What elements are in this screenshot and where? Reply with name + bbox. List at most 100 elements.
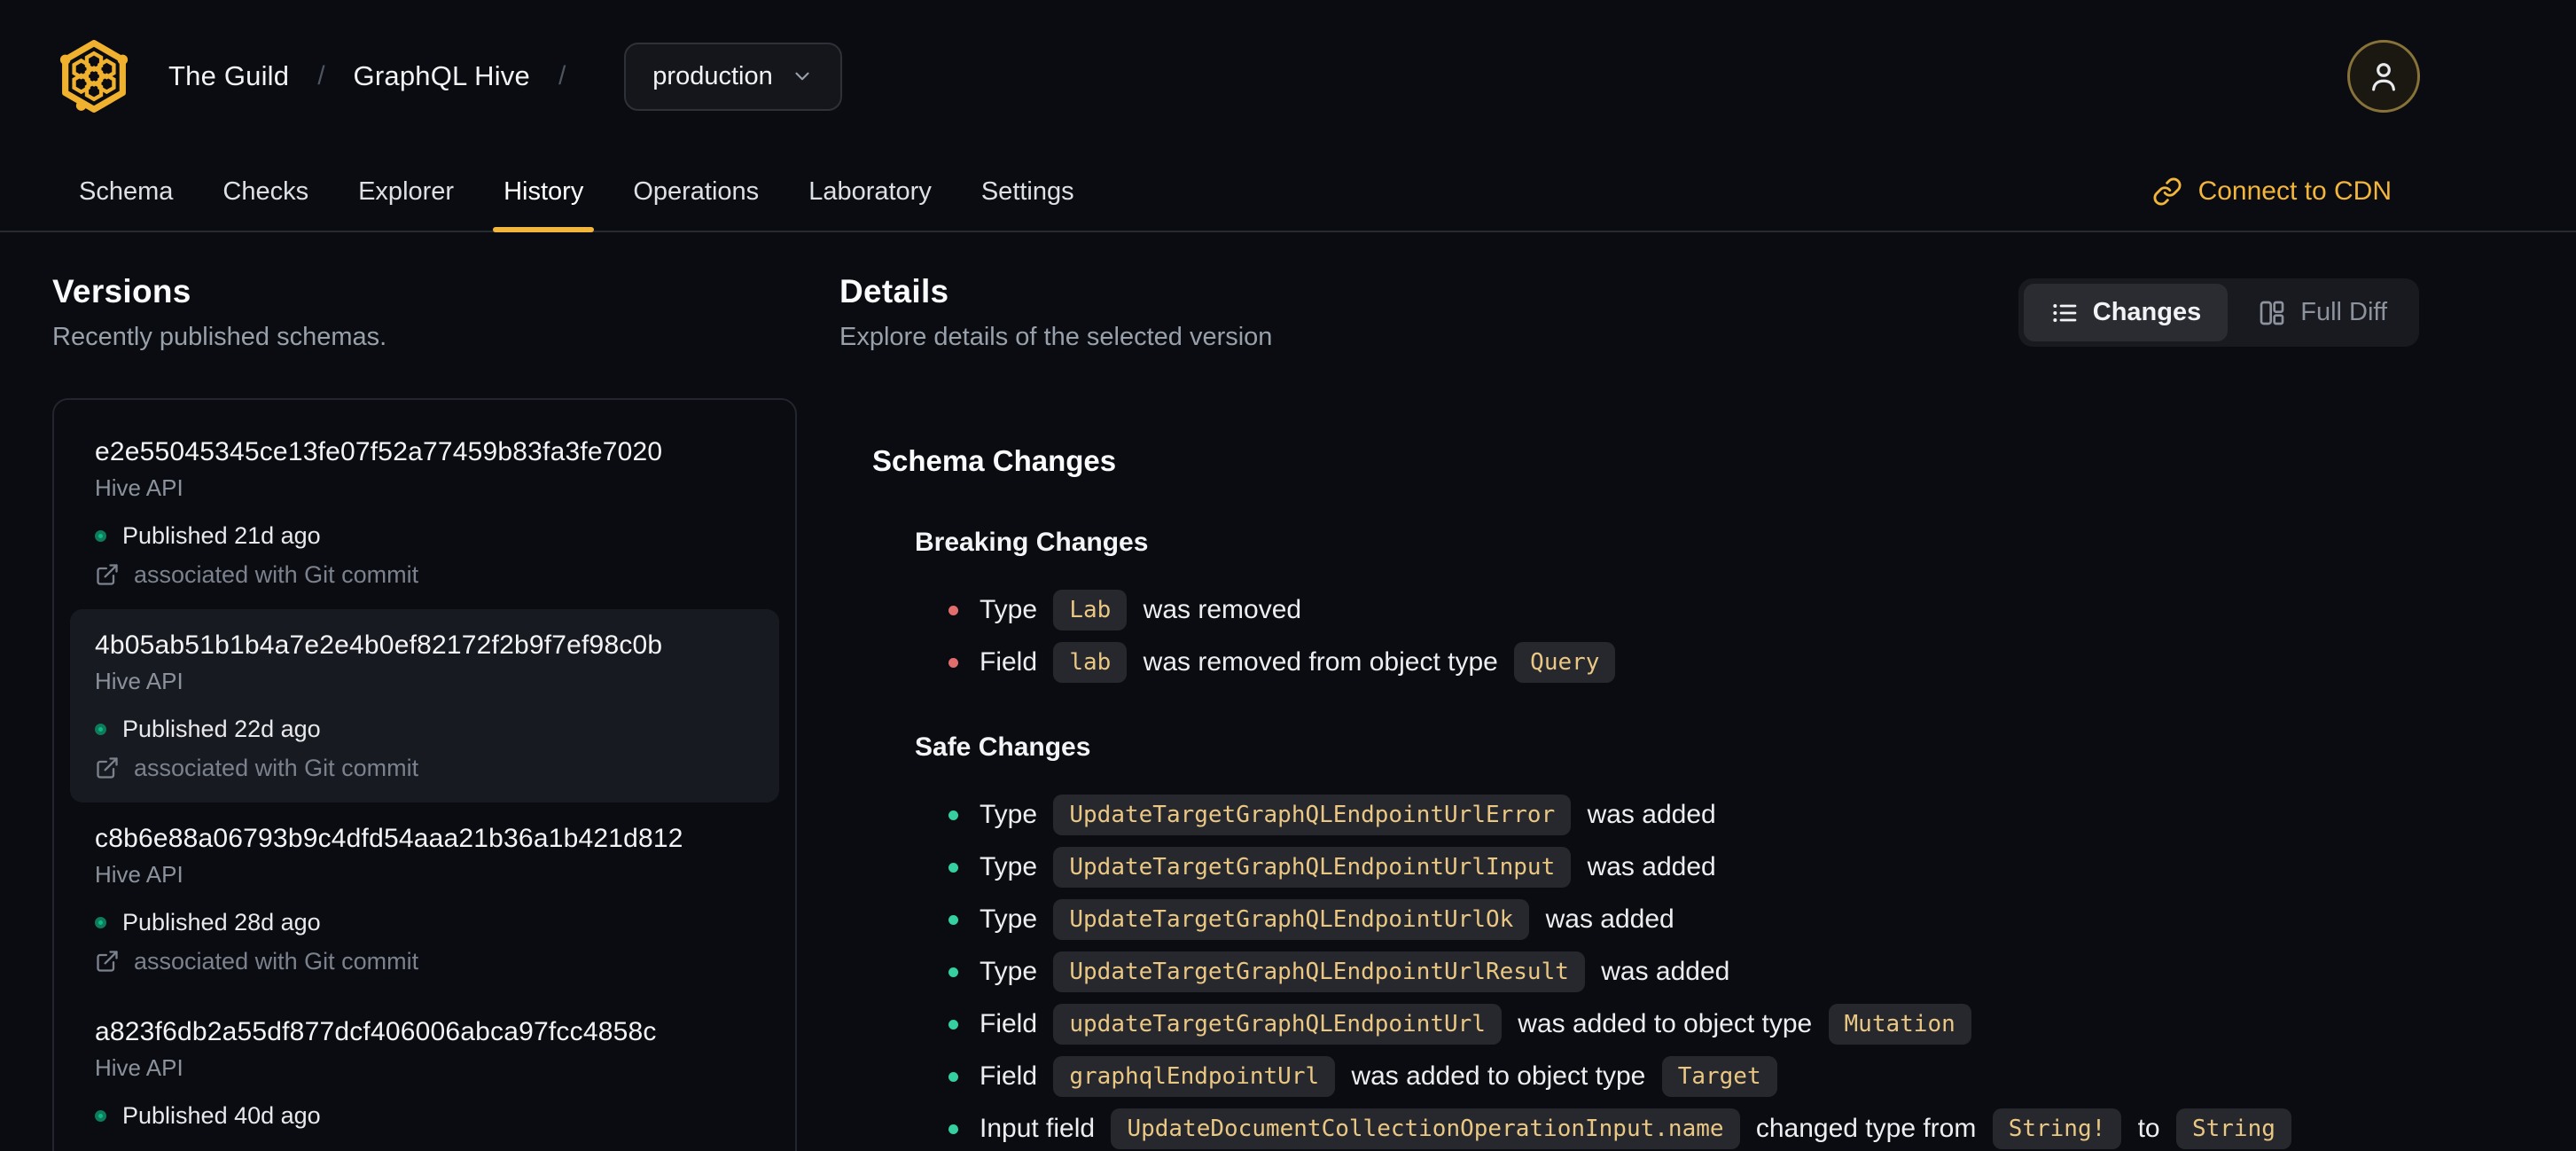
version-item[interactable]: e2e55045345ce13fe07f52a77459b83fa3fe7020… [70,416,779,609]
version-published-status: Published 21d ago [95,522,754,549]
change-text: was added [1538,904,1674,934]
change-text: Type [980,904,1045,934]
target-selector-dropdown[interactable]: production [624,42,842,111]
bullet-icon [948,810,958,820]
tab-explorer[interactable]: Explorer [333,153,479,231]
change-text: Type [980,595,1045,624]
changes-view-button[interactable]: Changes [2023,284,2229,341]
version-service-name: Hive API [95,668,183,694]
change-text: was removed from object type [1136,647,1506,677]
tab-history[interactable]: History [479,153,608,232]
versions-title: Versions [52,273,191,309]
schema-changes-title: Schema Changes [872,444,1117,477]
bullet-icon [948,657,958,668]
versions-subtitle: Recently published schemas. [52,323,387,351]
version-hash: c8b6e88a06793b9c4dfd54aaa21b36a1b421d812 [95,824,683,853]
external-link-icon [97,951,118,972]
change-group-title: Breaking Changes [915,528,1149,557]
bullet-icon [948,1124,958,1134]
version-hash: 4b05ab51b1b4a7e2e4b0ef82172f2b9f7ef98c0b [95,630,663,660]
version-item[interactable]: a823f6db2a55df877dcf406006abca97fcc4858c… [70,996,779,1151]
version-service-name: Hive API [95,474,183,501]
bullet-icon [948,914,958,925]
tab-laboratory[interactable]: Laboratory [784,153,956,231]
versions-list: e2e55045345ce13fe07f52a77459b83fa3fe7020… [52,398,797,1151]
link-icon [2153,177,2181,206]
details-subtitle: Explore details of the selected version [839,323,1273,351]
breadcrumb-org[interactable]: The Guild [168,60,289,92]
change-text: Field [980,1061,1045,1091]
breadcrumb-project[interactable]: GraphQL Hive [354,60,530,92]
version-published-status: Published 40d ago [95,1102,754,1129]
published-dot-icon [95,723,106,735]
breadcrumb-separator: / [558,61,566,90]
main-content: Versions Recently published schemas. e2e… [0,232,2576,1151]
schema-coordinate-badge: UpdateTargetGraphQLEndpointUrlResult [1053,951,1585,992]
change-item: Field lab was removed from object type Q… [948,642,2419,683]
external-link-icon [97,757,118,779]
schema-coordinate-badge: Query [1514,642,1616,683]
version-service-name: Hive API [95,861,183,888]
list-icon [2053,303,2077,322]
details-title: Details [839,273,949,309]
connect-to-cdn-label: Connect to CDN [2197,176,2392,206]
change-text: was added [1593,957,1730,986]
change-text: Type [980,800,1045,829]
schema-coordinate-badge: UpdateTargetGraphQLEndpointUrlOk [1053,899,1530,940]
change-item: Input field UpdateDocumentCollectionOper… [948,1108,2419,1149]
bullet-icon [948,967,958,977]
full-diff-view-button[interactable]: Full Diff [2231,284,2414,341]
schema-coordinate-badge: UpdateTargetGraphQLEndpointUrlInput [1053,847,1572,888]
connect-to-cdn-button[interactable]: Connect to CDN [2152,153,2392,231]
change-item: Type UpdateTargetGraphQLEndpointUrlOk wa… [948,899,2419,940]
change-group-title: Safe Changes [915,732,1091,762]
hive-logo-icon[interactable] [53,35,135,117]
change-text: was added [1580,852,1716,881]
git-commit-link[interactable]: associated with Git commit [95,948,754,975]
schema-changes-section: Schema Changes Breaking Changes Type Lab … [839,444,2419,1151]
tab-schema[interactable]: Schema [54,153,198,231]
schema-coordinate-badge: graphqlEndpointUrl [1053,1056,1336,1097]
change-text: was added to object type [1510,1009,1820,1038]
columns-icon [2260,301,2284,325]
change-text: changed type from [1748,1114,1984,1143]
schema-coordinate-badge: updateTargetGraphQLEndpointUrl [1053,1004,1502,1045]
change-text: was added [1580,800,1716,829]
change-item: Field updateTargetGraphQLEndpointUrl was… [948,1004,2419,1045]
top-bar: The Guild / GraphQL Hive / production [0,0,2576,153]
bullet-icon [948,1071,958,1082]
tab-checks[interactable]: Checks [198,153,333,231]
full-diff-view-label: Full Diff [2300,298,2387,326]
published-dot-icon [95,1109,106,1122]
change-item: Field graphqlEndpointUrl was added to ob… [948,1056,2419,1097]
schema-coordinate-badge: String [2175,1108,2291,1149]
version-published-status: Published 22d ago [95,716,754,742]
schema-coordinate-badge: Lab [1053,590,1128,630]
git-commit-link[interactable]: associated with Git commit [95,755,754,781]
change-item: Type UpdateTargetGraphQLEndpointUrlError… [948,795,2419,835]
version-item[interactable]: c8b6e88a06793b9c4dfd54aaa21b36a1b421d812… [70,803,779,996]
tab-operations[interactable]: Operations [608,153,784,231]
change-text: to [2130,1114,2167,1143]
project-tab-bar: Schema Checks Explorer History Operations Lab… [0,153,2576,232]
version-service-name: Hive API [95,1054,183,1081]
versions-panel: Versions Recently published schemas. e2e… [52,273,797,1151]
change-text: Type [980,957,1045,986]
version-item[interactable]: 4b05ab51b1b4a7e2e4b0ef82172f2b9f7ef98c0b… [70,609,779,803]
version-hash: a823f6db2a55df877dcf406006abca97fcc4858c [95,1017,657,1046]
schema-coordinate-badge: Mutation [1828,1004,1971,1045]
view-toggle: Changes Full Diff [2018,278,2419,347]
change-text: Type [980,852,1045,881]
git-commit-link[interactable]: associated with Git commit [95,561,754,588]
bullet-icon [948,605,958,615]
tab-settings[interactable]: Settings [956,153,1099,231]
schema-coordinate-badge: UpdateTargetGraphQLEndpointUrlError [1053,795,1572,835]
target-selector-value: production [652,61,773,90]
change-group-breaking: Breaking Changes Type Lab was removed Fiel… [872,528,2419,683]
chevron-down-icon [795,72,809,81]
schema-coordinate-badge: UpdateDocumentCollectionOperationInput.n… [1111,1108,1740,1149]
change-item: Type Lab was removed [948,590,2419,630]
change-text: Input field [980,1114,1103,1143]
user-avatar-button[interactable] [2347,40,2420,113]
schema-coordinate-badge: String! [1992,1108,2122,1149]
